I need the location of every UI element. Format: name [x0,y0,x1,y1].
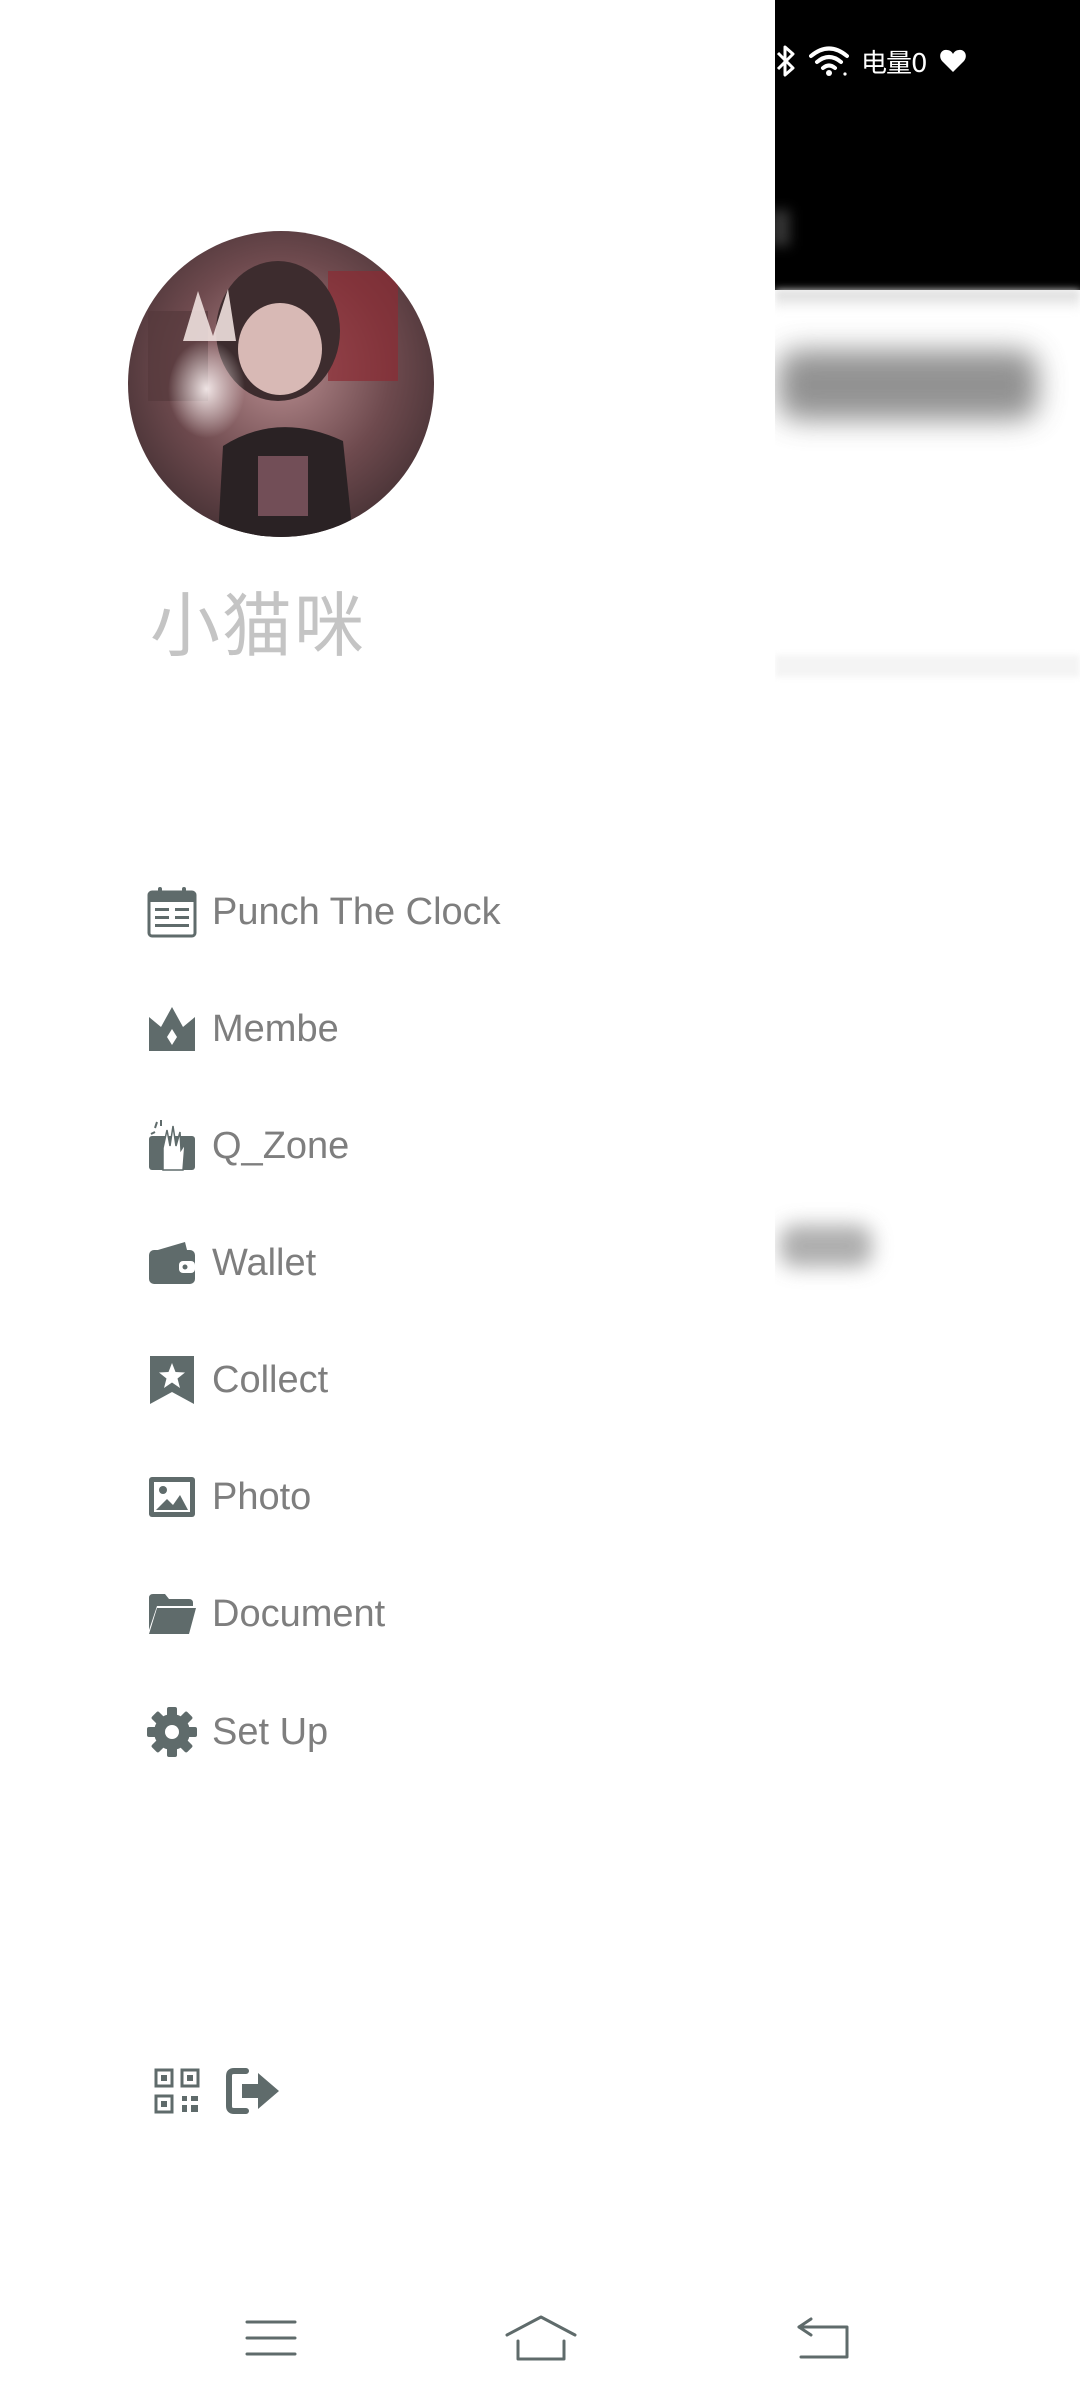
drawer-footer [154,2068,282,2114]
menu-item-photo[interactable]: Photo [146,1467,311,1527]
back-icon[interactable] [778,2308,868,2368]
crown-icon [146,1003,198,1055]
bluetooth-icon [775,44,797,78]
wifi-icon [809,45,849,77]
menu-item-label: Set Up [212,1710,329,1753]
calendar-icon [146,886,198,938]
folder-icon [146,1588,198,1640]
photo-icon [146,1471,198,1523]
menu-item-wallet[interactable]: Wallet [146,1233,316,1293]
menu-item-collect[interactable]: Collect [146,1350,328,1410]
menu-item-document[interactable]: Document [146,1584,385,1644]
heart-icon [939,48,967,74]
logout-icon[interactable] [226,2068,282,2114]
username: 小猫咪 [150,585,366,667]
system-navigation-bar [0,2280,1080,2400]
menu-item-membe[interactable]: Membe [146,999,339,1059]
menu-icon[interactable] [226,2308,316,2368]
background-header-shadow [775,290,1080,312]
avatar[interactable] [128,231,434,537]
menu-item-set-up[interactable]: Set Up [146,1702,328,1762]
menu-item-label: Photo [212,1475,312,1518]
wallet-icon [146,1237,198,1289]
qr-code-icon[interactable] [154,2068,200,2114]
qzone-hand-icon [146,1120,198,1172]
status-bar: 电量0 [775,36,967,86]
navigation-drawer: 小猫咪 Punch The Clock Membe Q_Zone Wallet … [0,0,775,2400]
menu-item-label: Wallet [212,1241,317,1284]
menu-item-label: Punch The Clock [212,890,501,933]
gear-icon [146,1706,198,1758]
bookmark-star-icon [146,1354,198,1406]
menu-item-punch-the-clock[interactable]: Punch The Clock [146,882,501,942]
background-blurred-text [778,350,1038,420]
home-icon[interactable] [496,2308,586,2368]
menu-item-label: Membe [212,1007,339,1050]
background-blurred-label [780,1225,872,1267]
menu-item-q-zone[interactable]: Q_Zone [146,1116,349,1176]
background-divider [775,655,1080,677]
battery-level-text: 电量0 [861,48,928,79]
menu-item-label: Document [212,1592,386,1635]
screen: 电量0 小猫咪 Punch The Clock Membe Q_Zone Wal… [0,0,1080,2400]
menu-item-label: Q_Zone [212,1124,350,1167]
menu-item-label: Collect [212,1358,329,1401]
